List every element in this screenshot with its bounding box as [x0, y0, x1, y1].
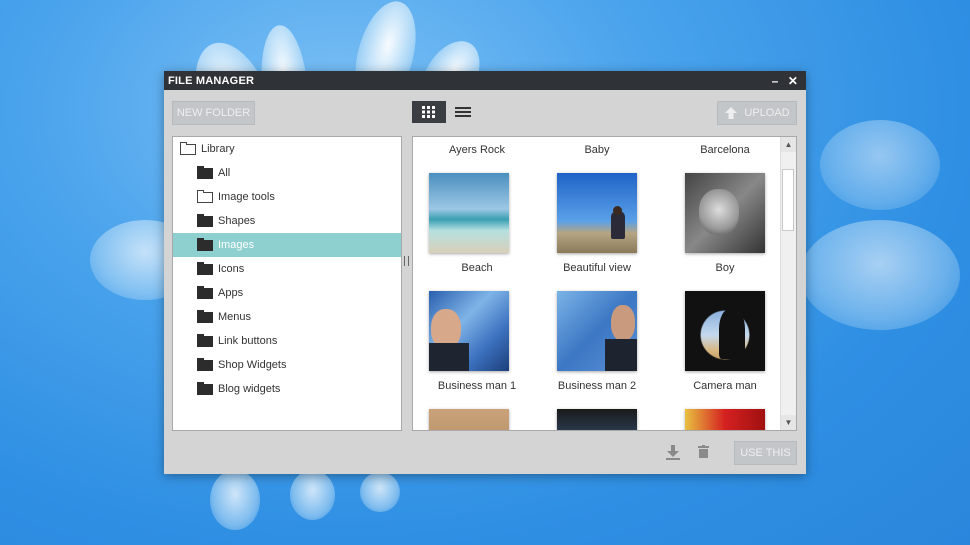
folder-outline-icon	[180, 141, 196, 155]
trash-icon[interactable]	[698, 445, 709, 458]
upload-label: UPLOAD	[744, 107, 790, 119]
use-this-button[interactable]: USE THIS	[734, 441, 797, 465]
upload-icon	[725, 107, 738, 119]
tree-item-label: Image tools	[218, 191, 275, 203]
minimize-icon[interactable]: –	[766, 74, 784, 88]
folder-icon	[197, 309, 213, 323]
image-gallery: Ayers Rock Baby Barcelona Beach Beautifu…	[412, 136, 797, 431]
thumb-camera-man[interactable]	[685, 291, 765, 371]
tree-item-menus[interactable]: Menus	[173, 305, 401, 329]
scroll-thumb[interactable]	[782, 169, 794, 231]
thumb-label: Beach	[461, 262, 493, 274]
folder-icon	[197, 381, 213, 395]
thumb-beach[interactable]	[429, 173, 509, 253]
folder-icon	[197, 261, 213, 275]
title-bar[interactable]: FILE MANAGER – ✕	[164, 71, 806, 90]
folder-tree: Library All Image tools Shapes Images Ic…	[172, 136, 402, 431]
tree-item-image-tools[interactable]: Image tools	[173, 185, 401, 209]
thumb-cave[interactable]	[557, 409, 637, 430]
thumb-label: Boy	[715, 262, 735, 274]
gallery-scrollbar[interactable]: ▲ ▼	[780, 137, 796, 430]
tree-item-link-buttons[interactable]: Link buttons	[173, 329, 401, 353]
folder-icon	[197, 213, 213, 227]
folder-icon	[197, 237, 213, 251]
thumb-red-flower[interactable]	[685, 409, 765, 430]
grid-icon	[422, 106, 435, 118]
thumb-label: Beautiful view	[563, 262, 631, 274]
thumb-business-man-1[interactable]	[429, 291, 509, 371]
new-folder-button[interactable]: NEW FOLDER	[172, 101, 255, 125]
thumb-label: Ayers Rock	[448, 144, 506, 156]
thumb-label: Business man 2	[557, 380, 637, 392]
tree-item-label: Shop Widgets	[218, 359, 287, 371]
tree-item-blog-widgets[interactable]: Blog widgets	[173, 377, 401, 401]
thumb-business-man-2[interactable]	[557, 291, 637, 371]
list-view-button[interactable]	[446, 101, 480, 123]
thumb-label: Barcelona	[700, 144, 750, 156]
scroll-down-icon[interactable]: ▼	[781, 415, 796, 430]
tree-item-apps[interactable]: Apps	[173, 281, 401, 305]
thumb-label: Baby	[584, 144, 610, 156]
tree-item-shop-widgets[interactable]: Shop Widgets	[173, 353, 401, 377]
panel-splitter-handle[interactable]	[404, 256, 409, 266]
folder-icon	[197, 333, 213, 347]
tree-item-shapes[interactable]: Shapes	[173, 209, 401, 233]
tree-item-label: Link buttons	[218, 335, 278, 347]
download-icon[interactable]	[666, 445, 680, 461]
thumb-beautiful-view[interactable]	[557, 173, 637, 253]
folder-icon	[197, 357, 213, 371]
list-icon	[455, 107, 471, 117]
thumb-boy[interactable]	[685, 173, 765, 253]
window-title: FILE MANAGER	[168, 74, 255, 87]
tree-item-label: Blog widgets	[218, 383, 281, 395]
folder-icon	[197, 285, 213, 299]
folder-outline-icon	[197, 189, 213, 203]
thumb-label: Business man 1	[437, 380, 517, 392]
tree-item-images[interactable]: Images	[173, 233, 401, 257]
folder-icon	[197, 165, 213, 179]
tree-item-all[interactable]: All	[173, 161, 401, 185]
tree-item-label: Icons	[218, 263, 245, 275]
scroll-up-icon[interactable]: ▲	[781, 137, 796, 152]
close-icon[interactable]: ✕	[784, 74, 802, 88]
tree-root-label: Library	[201, 143, 235, 155]
thumb-label: Camera man	[693, 380, 757, 392]
tree-item-label: Apps	[218, 287, 244, 299]
file-manager-window: FILE MANAGER – ✕ NEW FOLDER UPLOAD Libra…	[164, 71, 806, 474]
tree-item-label: All	[218, 167, 231, 179]
tree-item-label: Menus	[218, 311, 252, 323]
upload-button[interactable]: UPLOAD	[717, 101, 797, 125]
grid-view-button[interactable]	[412, 101, 446, 123]
tree-item-icons[interactable]: Icons	[173, 257, 401, 281]
thumb-cracked-earth[interactable]	[429, 409, 509, 430]
tree-item-label: Shapes	[218, 215, 256, 227]
tree-item-label: Images	[218, 239, 255, 251]
tree-root-library[interactable]: Library	[173, 137, 401, 161]
